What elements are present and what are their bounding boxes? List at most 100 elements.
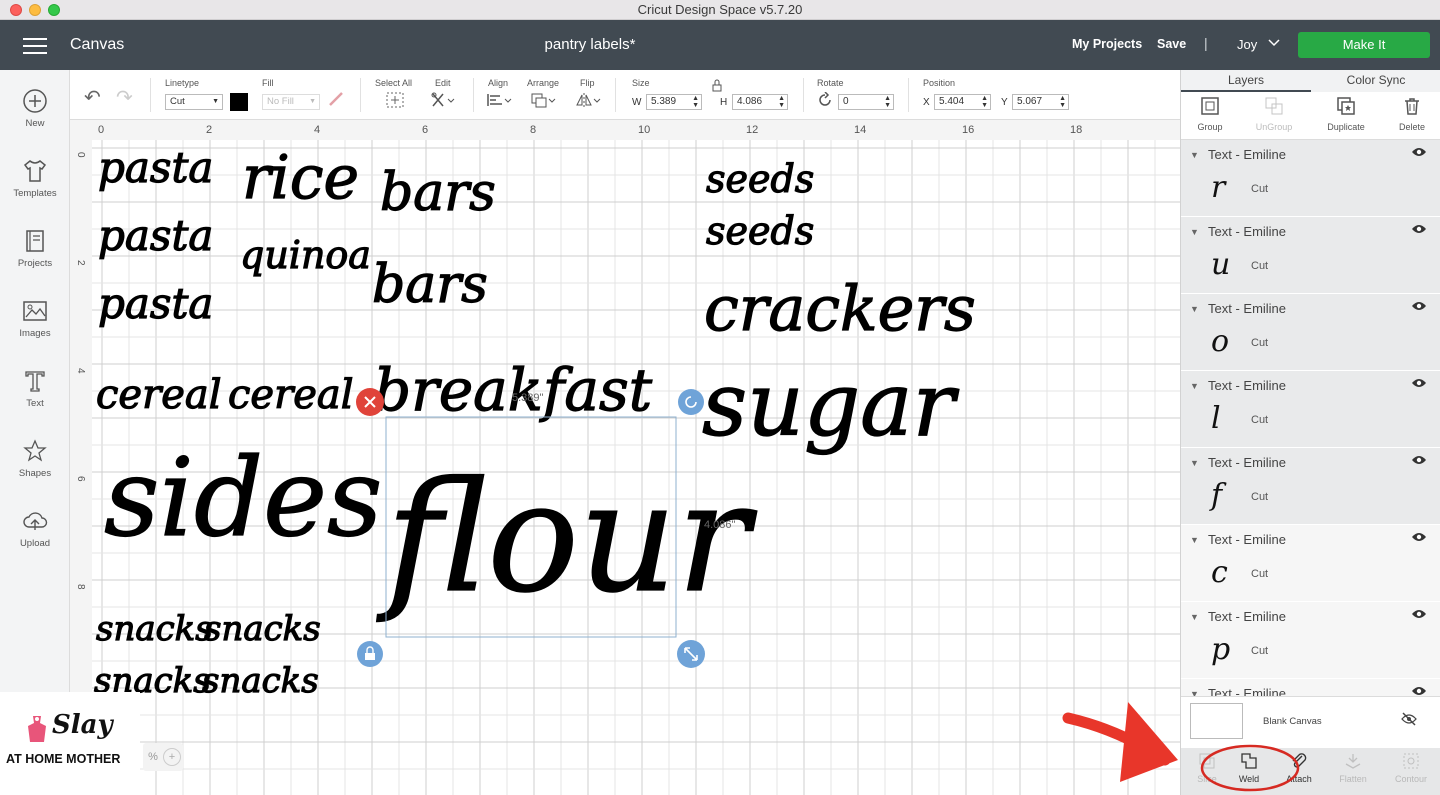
collapse-arrow-icon[interactable]: ▼ [1190,458,1199,468]
layer-operation[interactable]: Cut [1251,183,1268,195]
layer-item[interactable]: ▼ Text - Emiline r Cut [1181,140,1440,217]
design-text-cereal[interactable]: cereal [95,371,222,418]
resize-handle-icon[interactable] [677,640,705,668]
design-text-cereal[interactable]: cereal [227,371,354,418]
canvas-grid[interactable]: 024681012141618 0246810 pasta pasta past… [70,120,1180,795]
save-link[interactable]: Save [1157,37,1186,51]
linetype-select[interactable]: Cut ▼ [165,94,223,110]
design-text-quinoa[interactable]: quinoa [239,232,371,277]
group-button[interactable]: Group [1185,96,1235,132]
stepper-icon[interactable]: ▲ ▼ [1059,95,1066,109]
layer-item[interactable]: ▼ Text - Emiline c Cut [1181,525,1440,602]
edit-tools-icon[interactable] [430,91,456,113]
sidebar-item-upload[interactable]: Upload [0,508,70,549]
design-text-flour[interactable]: flour [375,448,758,626]
eye-icon[interactable] [1411,531,1427,546]
layer-operation[interactable]: Cut [1251,645,1268,657]
width-input[interactable]: 5.389 ▲ ▼ [646,94,702,110]
design-text-sugar[interactable]: sugar [701,352,960,456]
stepper-icon[interactable]: ▲ ▼ [981,95,988,109]
collapse-arrow-icon[interactable]: ▼ [1190,381,1199,391]
minimize-window-button[interactable] [29,4,41,16]
rotate-handle-icon[interactable] [678,389,704,415]
design-text-snacks[interactable]: snacks [201,660,319,701]
layer-operation[interactable]: Cut [1251,414,1268,426]
design-text-pasta[interactable]: pasta [97,210,214,260]
fill-pen-icon[interactable] [327,90,345,112]
layer-item[interactable]: ▼ Text - Emiline [1181,679,1440,696]
delete-handle-icon[interactable] [356,388,384,416]
tab-layers[interactable]: Layers [1181,70,1311,92]
collapse-arrow-icon[interactable]: ▼ [1190,689,1199,696]
tab-color-sync[interactable]: Color Sync [1311,70,1440,92]
stepper-icon[interactable]: ▲ ▼ [692,95,699,109]
sidebar-item-text[interactable]: Text [0,368,70,409]
layer-item[interactable]: ▼ Text - Emiline o Cut [1181,294,1440,371]
contour-button[interactable]: Contour [1385,752,1437,784]
design-text-seeds[interactable]: seeds [705,156,815,201]
layer-item[interactable]: ▼ Text - Emiline u Cut [1181,217,1440,294]
layer-operation[interactable]: Cut [1251,260,1268,272]
design-text-pasta[interactable]: pasta [97,142,214,192]
weld-button[interactable]: Weld [1223,752,1275,784]
collapse-arrow-icon[interactable]: ▼ [1190,304,1199,314]
zoom-control[interactable]: % + [143,743,183,771]
make-it-button[interactable]: Make It [1298,32,1430,58]
height-input[interactable]: 4.086 ▲ ▼ [732,94,788,110]
layer-operation[interactable]: Cut [1251,491,1268,503]
eye-icon[interactable] [1411,608,1427,623]
flatten-button[interactable]: Flatten [1327,752,1379,784]
collapse-arrow-icon[interactable]: ▼ [1190,535,1199,545]
sidebar-item-images[interactable]: Images [0,298,70,339]
rotate-icon[interactable] [817,91,833,112]
layer-item[interactable]: ▼ Text - Emiline l Cut [1181,371,1440,448]
close-window-button[interactable] [10,4,22,16]
stepper-icon[interactable]: ▲ ▼ [778,95,785,109]
blank-canvas-row[interactable]: Blank Canvas [1181,696,1440,748]
y-input[interactable]: 5.067 ▲ ▼ [1012,94,1069,110]
linetype-color-swatch[interactable] [230,93,248,111]
fill-select[interactable]: No Fill ▼ [262,94,320,110]
eye-icon[interactable] [1411,300,1427,315]
my-projects-link[interactable]: My Projects [1072,37,1142,51]
eye-icon[interactable] [1411,377,1427,392]
design-text-snacks[interactable]: snacks [95,608,213,649]
design-text-breakfast[interactable]: breakfast [373,355,653,424]
attach-button[interactable]: Attach [1273,752,1325,784]
design-text-crackers[interactable]: crackers [703,271,976,345]
design-canvas[interactable]: 024681012141618 0246810 pasta pasta past… [70,120,1180,795]
arrange-icon[interactable] [530,91,558,113]
lock-aspect-icon[interactable] [711,79,723,95]
design-text-pasta[interactable]: pasta [97,278,214,328]
design-text-bars[interactable]: bars [379,162,496,223]
stepper-icon[interactable]: ▲ ▼ [884,95,891,109]
lock-handle-icon[interactable] [357,641,383,667]
select-all-icon[interactable] [385,91,405,113]
sidebar-item-projects[interactable]: Projects [0,228,70,269]
undo-icon[interactable]: ↶ [84,85,101,110]
design-text-sides[interactable]: sides [103,435,383,561]
design-text-seeds[interactable]: seeds [705,208,815,253]
eye-icon[interactable] [1411,454,1427,469]
ungroup-button[interactable]: UnGroup [1249,96,1299,132]
eye-hidden-icon[interactable] [1401,712,1417,729]
zoom-window-button[interactable] [48,4,60,16]
eye-icon[interactable] [1411,685,1427,696]
sidebar-item-new[interactable]: New [0,88,70,129]
layer-operation[interactable]: Cut [1251,568,1268,580]
chevron-down-icon[interactable] [1268,34,1280,53]
align-icon[interactable] [486,91,514,113]
layer-item[interactable]: ▼ Text - Emiline p Cut [1181,602,1440,679]
layer-item[interactable]: ▼ Text - Emiline f Cut [1181,448,1440,525]
duplicate-button[interactable]: Duplicate [1321,96,1371,132]
rotate-input[interactable]: 0 ▲ ▼ [838,94,894,110]
x-input[interactable]: 5.404 ▲ ▼ [934,94,991,110]
collapse-arrow-icon[interactable]: ▼ [1190,612,1199,622]
user-name[interactable]: Joy [1237,37,1257,52]
sidebar-item-shapes[interactable]: Shapes [0,438,70,479]
delete-button[interactable]: Delete [1387,96,1437,132]
collapse-arrow-icon[interactable]: ▼ [1190,150,1199,160]
design-text-rice[interactable]: rice [241,142,359,213]
sidebar-item-templates[interactable]: Templates [0,158,70,199]
zoom-in-icon[interactable]: + [163,748,181,766]
